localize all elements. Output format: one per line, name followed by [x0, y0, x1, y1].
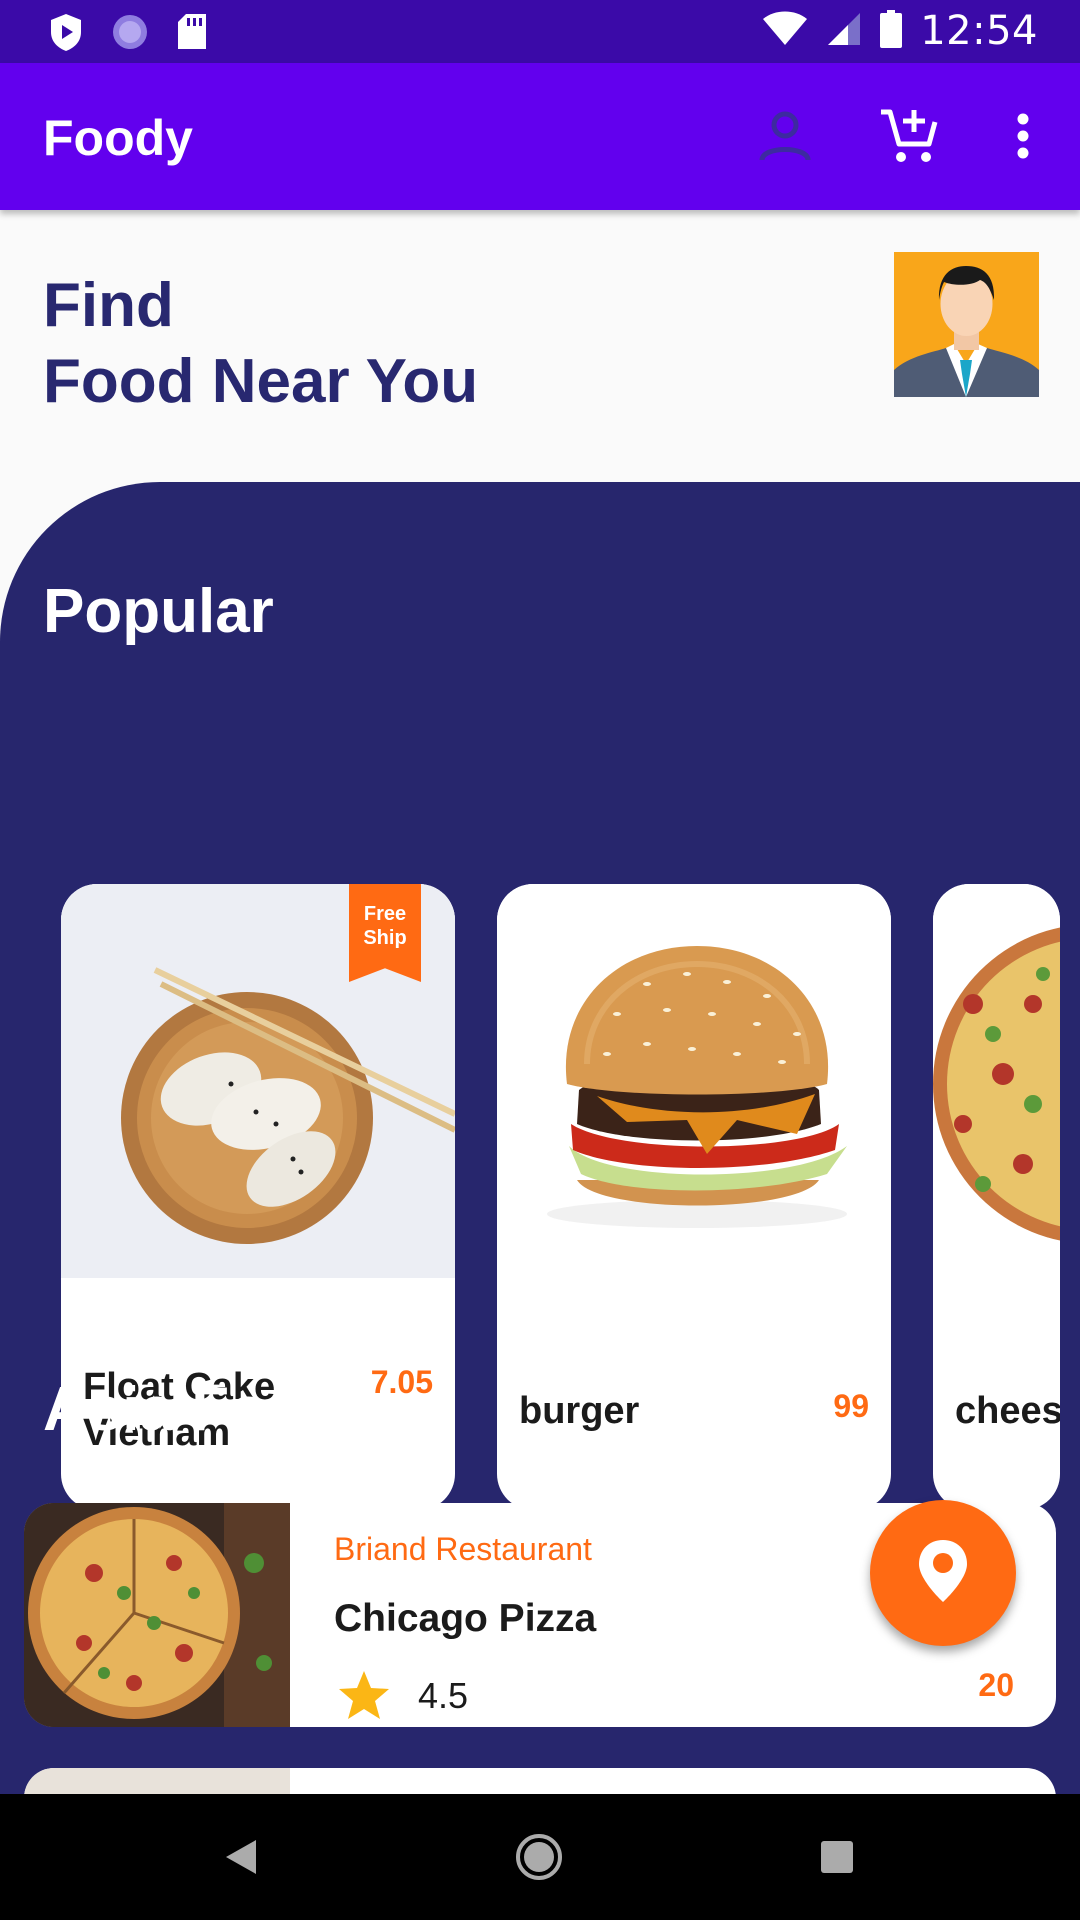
- page-headline: Find Food Near You: [43, 268, 478, 420]
- restaurant-name: Briand Restaurant: [334, 1531, 592, 1567]
- cell-signal-icon: [826, 11, 862, 52]
- popular-item-name: burger: [519, 1390, 640, 1432]
- location-pin-icon: [917, 1538, 969, 1609]
- pizza-thumbnail: [24, 1503, 290, 1727]
- main-content: Find Food Near You Popular Free Ship Flo…: [0, 210, 1080, 1794]
- add-to-cart-button[interactable]: [874, 103, 944, 173]
- sync-icon: [110, 12, 150, 57]
- pizza-image: [933, 884, 1060, 1278]
- headline-line-2: Food Near You: [43, 347, 479, 416]
- location-fab[interactable]: [870, 1500, 1016, 1646]
- back-icon: [224, 1838, 258, 1881]
- status-bar: 12:54: [0, 0, 1080, 63]
- burger-image: [497, 884, 891, 1278]
- popular-item-price: 7.05: [370, 1364, 433, 1400]
- battery-icon: [880, 9, 903, 53]
- free-ship-badge: Free Ship: [349, 884, 421, 982]
- recents-button[interactable]: [802, 1824, 872, 1894]
- user-avatar[interactable]: [894, 252, 1039, 397]
- more-vert-icon: [1016, 112, 1030, 165]
- recents-icon: [820, 1840, 854, 1879]
- add-cart-icon: [879, 106, 939, 171]
- popular-title: Popular: [43, 577, 274, 646]
- app-bar: Foody: [0, 63, 1080, 210]
- star-icon: [337, 1669, 391, 1726]
- list-item[interactable]: [24, 1768, 1056, 1794]
- home-icon: [514, 1832, 564, 1887]
- wifi-icon: [762, 11, 808, 52]
- person-icon: [757, 108, 813, 169]
- status-system: 12:54: [762, 8, 1038, 54]
- play-shield-icon: [48, 12, 84, 57]
- popular-card[interactable]: chees: [933, 884, 1060, 1510]
- headline-line-1: Find: [43, 271, 174, 340]
- status-notifications: [48, 12, 208, 57]
- system-nav-bar: [0, 1794, 1080, 1920]
- rating-value: 4.5: [418, 1675, 469, 1716]
- profile-button[interactable]: [750, 103, 820, 173]
- home-button[interactable]: [504, 1824, 574, 1894]
- back-button[interactable]: [206, 1824, 276, 1894]
- avatar-illustration: [894, 252, 1039, 397]
- app-title: Foody: [43, 110, 193, 166]
- sd-card-icon: [176, 13, 208, 56]
- popular-item-name: chees: [955, 1390, 1060, 1432]
- popular-card[interactable]: burger 99: [497, 884, 891, 1510]
- food-price: 20: [978, 1667, 1014, 1703]
- overflow-menu-button[interactable]: [988, 103, 1058, 173]
- food-name: Chicago Pizza: [334, 1597, 597, 1640]
- asia-food-title: Asia Food: [43, 1375, 343, 1444]
- popular-item-price: 99: [833, 1388, 869, 1424]
- status-time: 12:54: [920, 8, 1038, 54]
- food-thumbnail: [24, 1768, 290, 1794]
